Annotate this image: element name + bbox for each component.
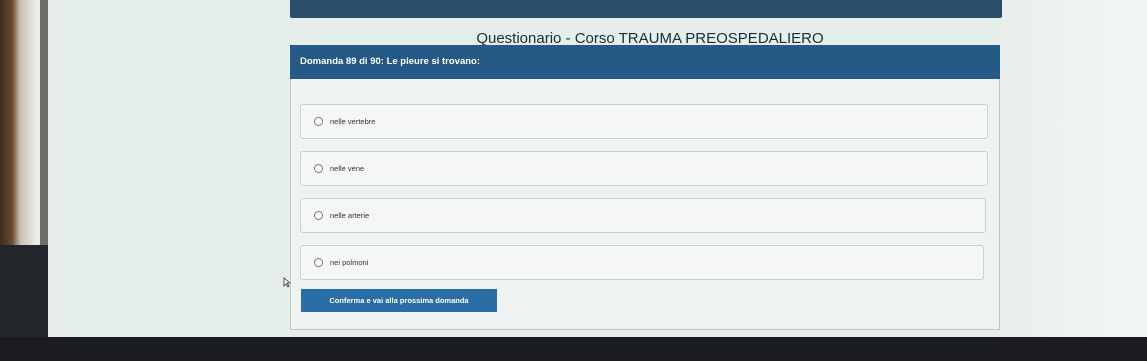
confirm-next-button[interactable]: Conferma e vai alla prossima domanda [301, 289, 497, 312]
radio-icon[interactable] [314, 258, 323, 267]
answer-option-1[interactable]: nelle vertebre [300, 104, 988, 139]
answer-option-3[interactable]: nelle arterie [300, 198, 986, 233]
question-header: Domanda 89 di 90: Le pleure si trovano: [290, 45, 1000, 79]
screen-glare [1000, 0, 1147, 337]
radio-icon[interactable] [314, 211, 323, 220]
answer-option-2[interactable]: nelle vene [300, 151, 988, 186]
answer-option-label: nei polmoni [330, 258, 369, 267]
answer-option-label: nelle vene [330, 164, 365, 173]
mouse-cursor-icon [283, 277, 291, 288]
answer-option-4[interactable]: nei polmoni [300, 245, 984, 280]
answer-option-label: nelle arterie [330, 211, 370, 220]
top-navigation-bar [290, 0, 1002, 18]
radio-icon[interactable] [314, 164, 323, 173]
monitor-bezel-bottom [0, 337, 1147, 361]
quiz-panel [290, 45, 1000, 330]
answer-option-label: nelle vertebre [330, 117, 376, 126]
radio-icon[interactable] [314, 117, 323, 126]
